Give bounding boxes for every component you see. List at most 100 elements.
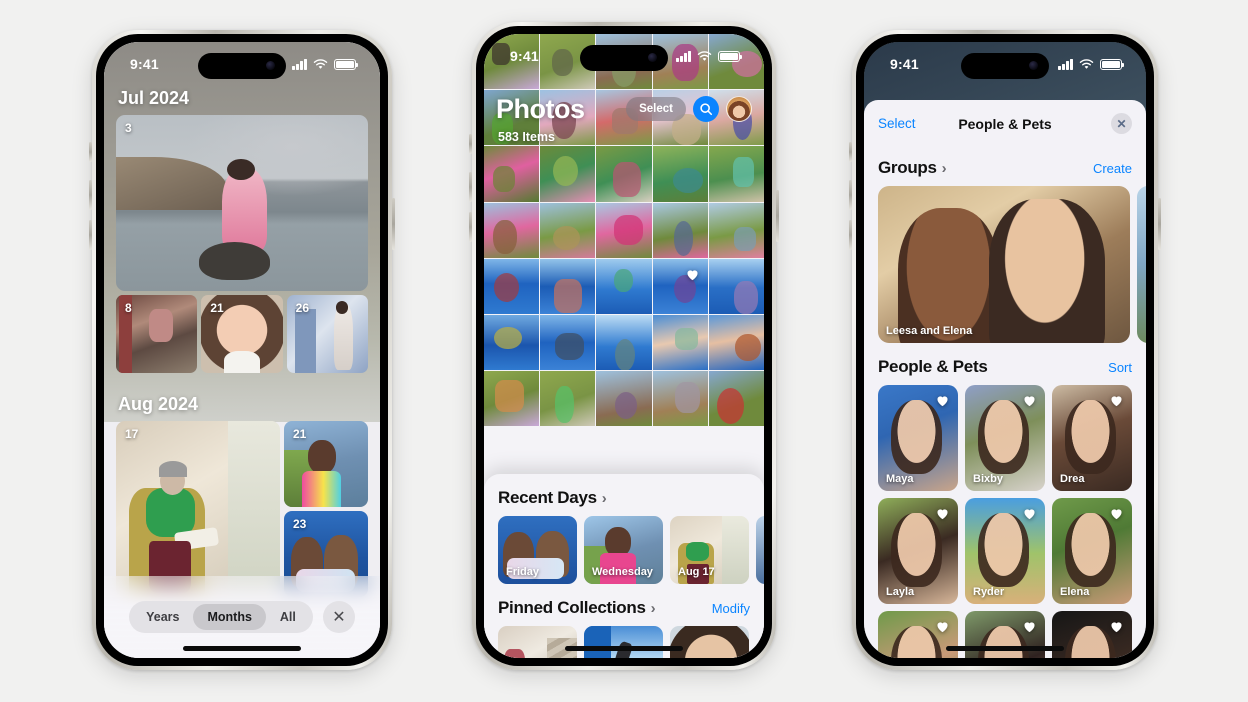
heart-icon[interactable]: [1022, 506, 1037, 521]
person-face: [890, 512, 942, 588]
pinned-collection-item[interactable]: [670, 626, 749, 658]
person-tile[interactable]: Maya: [878, 385, 958, 491]
section-header-groups[interactable]: Groups › Create: [864, 144, 1146, 186]
close-icon[interactable]: ✕: [322, 601, 355, 633]
search-icon[interactable]: [693, 96, 719, 122]
segment-months[interactable]: Months: [193, 604, 266, 630]
heart-icon[interactable]: [935, 506, 950, 521]
photo-grid-cell[interactable]: [708, 315, 764, 371]
segment-all[interactable]: All: [266, 604, 310, 630]
photo-grid-cell[interactable]: [540, 371, 596, 427]
power-button[interactable]: [1158, 198, 1161, 250]
heart-icon[interactable]: [935, 393, 950, 408]
section-header-pinned-collections[interactable]: Pinned Collections › Modify: [484, 584, 764, 626]
pinned-collection-item[interactable]: [498, 626, 577, 658]
modify-button[interactable]: Modify: [712, 601, 750, 616]
section-title: Groups: [878, 158, 937, 177]
photo-tile[interactable]: 21: [284, 421, 368, 507]
timeline-segmented-control[interactable]: Years Months All: [129, 601, 313, 633]
person-tile[interactable]: Drea: [1052, 385, 1132, 491]
photo-tile[interactable]: 8: [116, 295, 198, 373]
home-indicator[interactable]: [565, 646, 683, 651]
person-tile[interactable]: Layla: [878, 498, 958, 604]
volume-up-button[interactable]: [469, 172, 472, 202]
recent-days-carousel[interactable]: Friday Wednesday Aug 17: [484, 516, 764, 584]
photo-grid-cell[interactable]: [484, 202, 540, 258]
chevron-right-icon: ›: [941, 159, 947, 177]
photo-grid-cell[interactable]: [484, 371, 540, 427]
photo-tile-main[interactable]: 17: [116, 421, 280, 597]
heart-icon[interactable]: [1022, 393, 1037, 408]
heart-icon[interactable]: [1109, 619, 1124, 634]
month-label: Aug 2024: [118, 394, 199, 414]
pinned-collections-carousel[interactable]: [484, 626, 764, 658]
group-card-partial[interactable]: [1137, 186, 1146, 343]
photo-grid-cell[interactable]: [652, 258, 708, 315]
sort-button[interactable]: Sort: [1108, 360, 1132, 375]
pinned-collection-item[interactable]: [584, 626, 663, 658]
person-tile[interactable]: Bixby: [965, 385, 1045, 491]
action-button[interactable]: [469, 134, 472, 154]
power-button[interactable]: [392, 198, 395, 250]
chevron-right-icon: ›: [650, 599, 656, 617]
home-indicator[interactable]: [183, 646, 301, 651]
action-button[interactable]: [89, 142, 92, 162]
heart-icon[interactable]: [1109, 393, 1124, 408]
photo-grid-cell[interactable]: [652, 202, 708, 258]
recent-day-item[interactable]: Aug 17: [670, 516, 749, 584]
photo-grid-cell[interactable]: [708, 202, 764, 258]
volume-up-button[interactable]: [849, 180, 852, 210]
action-button[interactable]: [849, 142, 852, 162]
photo-grid-cell[interactable]: [708, 258, 764, 315]
photo-tile[interactable]: 26: [286, 295, 368, 373]
photo-subject: [716, 387, 745, 425]
photo-grid-cell[interactable]: [596, 315, 652, 371]
photo-grid-cell[interactable]: [484, 146, 540, 202]
person-tile[interactable]: [878, 611, 958, 658]
close-icon[interactable]: ✕: [1111, 113, 1132, 134]
photo-grid-cell[interactable]: [484, 315, 540, 371]
photo-grid-cell[interactable]: [596, 202, 652, 258]
photo-grid-cell[interactable]: [708, 146, 764, 202]
recent-day-item[interactable]: Friday: [498, 516, 577, 584]
photo-grid-cell[interactable]: [596, 146, 652, 202]
groups-carousel[interactable]: Leesa and Elena: [864, 186, 1146, 343]
heart-icon[interactable]: [935, 619, 950, 634]
segment-years[interactable]: Years: [132, 604, 193, 630]
create-button[interactable]: Create: [1093, 161, 1132, 176]
photo-grid-cell[interactable]: [596, 371, 652, 427]
person-tile[interactable]: Ryder: [965, 498, 1045, 604]
recent-day-item[interactable]: Wednesday: [584, 516, 663, 584]
select-button[interactable]: Select: [626, 97, 686, 121]
photo-grid-cell[interactable]: [484, 258, 540, 315]
section-header-recent-days[interactable]: Recent Days ›: [484, 474, 764, 516]
heart-icon[interactable]: [1022, 619, 1037, 634]
photo-tile-hero[interactable]: 3: [116, 115, 368, 291]
photo-tile[interactable]: 21: [201, 295, 283, 373]
photo-grid-cell[interactable]: [540, 315, 596, 371]
photo-grid-cell[interactable]: [540, 202, 596, 258]
person-tile[interactable]: [1052, 611, 1132, 658]
group-card[interactable]: Leesa and Elena: [878, 186, 1130, 343]
volume-down-button[interactable]: [469, 212, 472, 242]
person-tile[interactable]: Elena: [1052, 498, 1132, 604]
volume-down-button[interactable]: [849, 220, 852, 250]
photo-grid-cell[interactable]: [652, 371, 708, 427]
photo-grid-cell[interactable]: [708, 371, 764, 427]
screenshot-canvas: Jul 2024 3 8 21 26 Aug 2024 17 21 23 Yea…: [0, 0, 1248, 702]
avatar[interactable]: [726, 96, 752, 122]
photo-grid-cell[interactable]: [540, 258, 596, 315]
status-time: 9:41: [510, 48, 539, 64]
select-button[interactable]: Select: [878, 116, 916, 131]
photo-grid-cell[interactable]: [652, 146, 708, 202]
signal-bars-icon: [292, 58, 307, 70]
photo-grid-cell[interactable]: [540, 146, 596, 202]
volume-up-button[interactable]: [89, 180, 92, 210]
heart-icon[interactable]: [1109, 506, 1124, 521]
volume-down-button[interactable]: [89, 220, 92, 250]
home-indicator[interactable]: [946, 646, 1064, 651]
photo-grid-cell[interactable]: [652, 315, 708, 371]
photo-grid-cell[interactable]: [596, 258, 652, 315]
power-button[interactable]: [776, 190, 779, 242]
recent-day-item-partial[interactable]: [756, 516, 764, 584]
